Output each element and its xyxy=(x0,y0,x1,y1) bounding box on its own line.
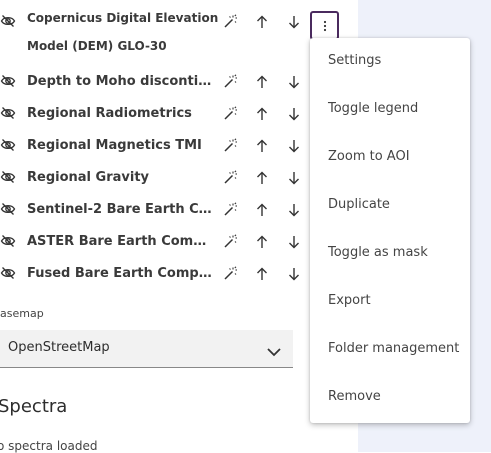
basemap-label: asemap xyxy=(0,307,44,320)
arrow-down-icon[interactable] xyxy=(283,167,305,189)
arrow-down-icon[interactable] xyxy=(283,135,305,157)
more-vertical-icon[interactable] xyxy=(310,11,339,40)
layer-name: Depth to Moho discontinuity xyxy=(27,74,213,89)
layer-row-moho: Depth to Moho discontinuity xyxy=(0,66,340,98)
menu-item-duplicate[interactable]: Duplicate xyxy=(310,182,470,230)
arrow-up-icon[interactable] xyxy=(251,199,273,221)
eye-off-icon[interactable] xyxy=(0,13,18,31)
arrow-up-icon[interactable] xyxy=(251,231,273,253)
eye-off-icon[interactable] xyxy=(0,169,18,187)
menu-item-remove[interactable]: Remove xyxy=(310,374,470,422)
eye-off-icon[interactable] xyxy=(0,137,18,155)
layer-name: Copernicus Digital Elevation Model (DEM)… xyxy=(27,11,219,53)
layer-name: Sentinel-2 Bare Earth Composite xyxy=(27,202,213,217)
arrow-down-icon[interactable] xyxy=(283,231,305,253)
basemap-select[interactable]: OpenStreetMap xyxy=(0,330,293,368)
chevron-down-icon xyxy=(267,342,281,361)
menu-item-label: Duplicate xyxy=(328,197,390,212)
spectra-empty-message: o spectra loaded xyxy=(0,439,98,453)
magic-wand-icon[interactable] xyxy=(219,199,241,221)
layer-row-gravity: Regional Gravity xyxy=(0,162,340,194)
eye-off-icon[interactable] xyxy=(0,201,18,219)
arrow-down-icon[interactable] xyxy=(283,11,305,33)
layer-row-fused: Fused Bare Earth Composite xyxy=(0,258,340,290)
magic-wand-icon[interactable] xyxy=(219,103,241,125)
arrow-up-icon[interactable] xyxy=(251,71,273,93)
layer-row-radiometrics: Regional Radiometrics xyxy=(0,98,340,130)
menu-item-label: Export xyxy=(328,293,371,308)
layer-name: Regional Radiometrics xyxy=(27,106,192,121)
magic-wand-icon[interactable] xyxy=(219,231,241,253)
eye-off-icon[interactable] xyxy=(0,73,18,91)
arrow-up-icon[interactable] xyxy=(251,11,273,33)
layer-row-aster: ASTER Bare Earth Composite xyxy=(0,226,340,258)
magic-wand-icon[interactable] xyxy=(219,71,241,93)
menu-item-folder-management[interactable]: Folder management xyxy=(310,326,470,374)
menu-item-toggle-legend[interactable]: Toggle legend xyxy=(310,86,470,134)
menu-item-label: Toggle legend xyxy=(328,101,419,116)
layer-name: Fused Bare Earth Composite xyxy=(27,266,213,281)
menu-item-label: Remove xyxy=(328,389,381,404)
magic-wand-icon[interactable] xyxy=(219,263,241,285)
eye-off-icon[interactable] xyxy=(0,265,18,283)
menu-item-settings[interactable]: Settings xyxy=(310,38,470,86)
arrow-down-icon[interactable] xyxy=(283,71,305,93)
menu-item-export[interactable]: Export xyxy=(310,278,470,326)
eye-off-icon[interactable] xyxy=(0,233,18,251)
layer-row-copernicus-dem: Copernicus Digital Elevation Model (DEM)… xyxy=(0,6,340,70)
basemap-selected-value: OpenStreetMap xyxy=(8,340,110,355)
layer-name: ASTER Bare Earth Composite xyxy=(27,234,213,249)
layer-name: Regional Gravity xyxy=(27,170,150,185)
menu-item-label: Toggle as mask xyxy=(328,245,428,260)
layer-context-menu: Settings Toggle legend Zoom to AOI Dupli… xyxy=(310,38,470,423)
magic-wand-icon[interactable] xyxy=(219,167,241,189)
magic-wand-icon[interactable] xyxy=(219,135,241,157)
arrow-up-icon[interactable] xyxy=(251,167,273,189)
menu-item-toggle-as-mask[interactable]: Toggle as mask xyxy=(310,230,470,278)
layer-row-magnetics: Regional Magnetics TMI xyxy=(0,130,340,162)
menu-item-label: Folder management xyxy=(328,341,460,356)
arrow-down-icon[interactable] xyxy=(283,103,305,125)
arrow-up-icon[interactable] xyxy=(251,103,273,125)
menu-item-label: Zoom to AOI xyxy=(328,149,410,164)
layer-name: Regional Magnetics TMI xyxy=(27,138,202,153)
arrow-down-icon[interactable] xyxy=(283,263,305,285)
magic-wand-icon[interactable] xyxy=(219,11,241,33)
spectra-heading: Spectra xyxy=(0,396,68,417)
arrow-down-icon[interactable] xyxy=(283,199,305,221)
arrow-up-icon[interactable] xyxy=(251,135,273,157)
menu-item-zoom-to-aoi[interactable]: Zoom to AOI xyxy=(310,134,470,182)
menu-item-label: Settings xyxy=(328,53,382,68)
eye-off-icon[interactable] xyxy=(0,105,18,123)
layer-row-sentinel2: Sentinel-2 Bare Earth Composite xyxy=(0,194,340,226)
arrow-up-icon[interactable] xyxy=(251,263,273,285)
